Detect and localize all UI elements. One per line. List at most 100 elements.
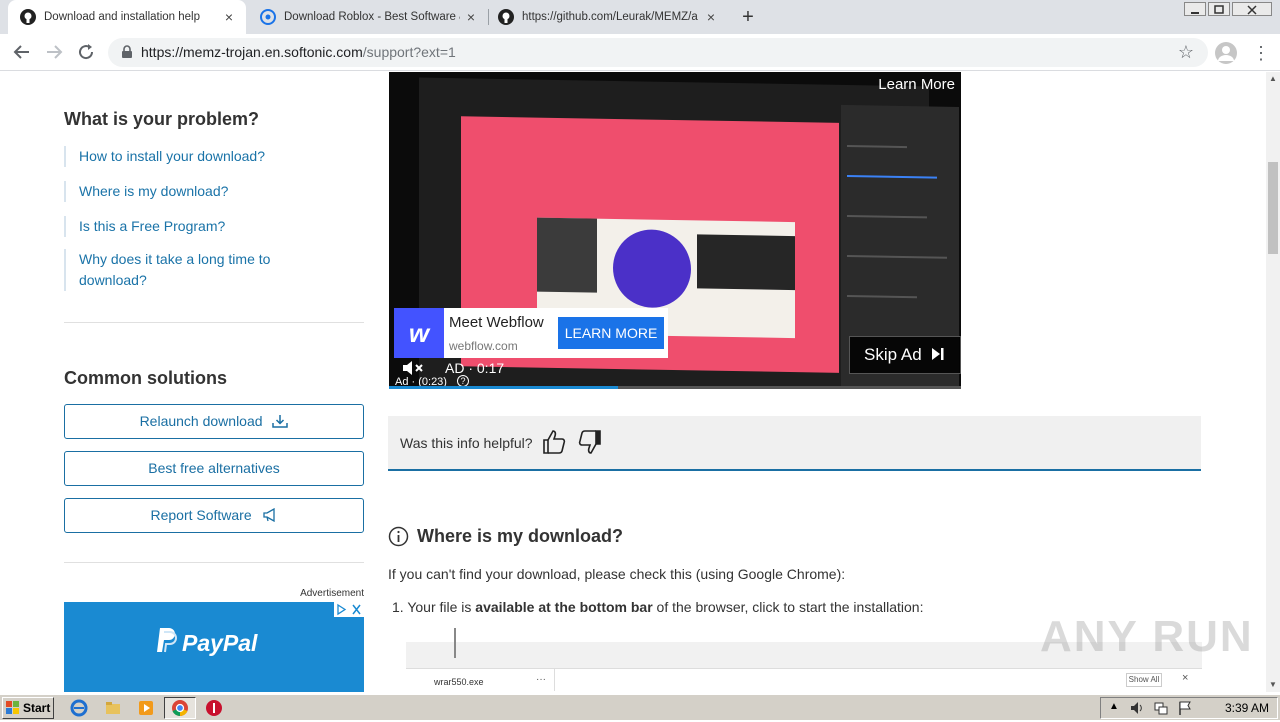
network-icon[interactable] <box>1153 700 1169 716</box>
tray-expand-icon[interactable]: ▲ <box>1109 701 1119 712</box>
file-explorer-icon[interactable] <box>104 699 122 717</box>
internet-explorer-icon[interactable] <box>70 699 88 717</box>
new-tab-button[interactable]: + <box>738 7 758 27</box>
start-button[interactable]: Start <box>2 697 54 719</box>
chrome-menu-icon[interactable]: ⋮ <box>1252 42 1270 64</box>
vertical-scrollbar[interactable]: ▲ ▼ <box>1266 72 1280 692</box>
sidebar-divider <box>64 322 364 323</box>
arrow-right-icon <box>47 45 63 59</box>
problem-link-install[interactable]: How to install your download? <box>64 146 364 167</box>
more-icon: ··· <box>536 674 546 685</box>
minimize-button[interactable] <box>1184 2 1206 16</box>
solutions-heading: Common solutions <box>64 368 227 388</box>
screenshot-download-bar: wrar550.exe ··· Show All × <box>406 668 1202 692</box>
problem-link-free[interactable]: Is this a Free Program? <box>64 216 364 237</box>
thumbs-up-icon[interactable] <box>542 429 566 455</box>
reload-button[interactable] <box>74 40 98 64</box>
ad-video-tile <box>537 217 597 293</box>
learn-more-button[interactable]: LEARN MORE <box>558 317 664 349</box>
video-ad[interactable]: Learn More w Meet Webflow webflow.com LE… <box>389 72 961 389</box>
softonic-icon <box>260 9 276 25</box>
thumbs-down-icon[interactable] <box>578 429 602 455</box>
maximize-button[interactable] <box>1208 2 1230 16</box>
panel-line <box>847 215 927 219</box>
article-heading: Where is my download? <box>388 526 623 547</box>
button-label: Relaunch download <box>139 413 263 429</box>
megaphone-icon <box>262 508 275 522</box>
divider <box>554 669 555 691</box>
screenshot-show-all: Show All <box>1126 673 1162 687</box>
media-player-icon[interactable] <box>137 699 155 717</box>
mute-icon[interactable] <box>401 359 427 377</box>
helpful-question: Was this info helpful? <box>400 435 533 451</box>
clock: 3:39 AM <box>1224 701 1269 715</box>
address-bar[interactable]: https://memz-trojan.en.softonic.com/supp… <box>108 38 1208 67</box>
close-icon: × <box>1182 672 1189 684</box>
close-icon[interactable]: × <box>464 10 478 24</box>
adchoices-icon[interactable] <box>334 602 364 617</box>
panel-line <box>847 295 917 299</box>
ad-card[interactable]: w Meet Webflow webflow.com LEARN MORE <box>394 308 668 358</box>
github-icon <box>20 9 36 25</box>
url-host: https://memz-trojan.en.softonic.com <box>141 44 363 60</box>
system-tray: ▲ 3:39 AM <box>1100 697 1278 719</box>
chrome-taskbar-button[interactable] <box>164 697 196 719</box>
url-text: https://memz-trojan.en.softonic.com/supp… <box>141 44 456 60</box>
step-text-bold: available at the bottom bar <box>475 599 653 615</box>
pointer-arrow <box>454 628 456 658</box>
webflow-logo: w <box>394 308 444 358</box>
stop-sign-icon[interactable] <box>205 699 223 717</box>
skip-next-icon <box>932 348 944 360</box>
problem-link-slow[interactable]: Why does it take a long time to download… <box>64 249 304 291</box>
tab-download-help[interactable]: Download and installation help × <box>8 0 246 34</box>
skip-ad-button[interactable]: Skip Ad <box>849 336 961 374</box>
best-free-alternatives-button[interactable]: Best free alternatives <box>64 451 364 486</box>
scrollbar-thumb[interactable] <box>1268 162 1278 254</box>
paypal-logo-icon <box>157 628 177 653</box>
step-text-post: of the browser, click to start the insta… <box>652 599 924 615</box>
report-software-button[interactable]: Report Software <box>64 498 364 533</box>
button-label: Best free alternatives <box>148 460 280 476</box>
panel-line <box>847 145 907 149</box>
tab-github-memz[interactable]: https://github.com/Leurak/MEMZ/ar × <box>488 0 728 34</box>
article-title: Where is my download? <box>417 526 624 546</box>
lock-icon <box>122 45 132 58</box>
button-label: Report Software <box>150 507 252 523</box>
github-icon <box>498 9 514 25</box>
tab-roblox[interactable]: Download Roblox - Best Software & × <box>248 0 488 34</box>
close-icon[interactable]: × <box>704 10 718 24</box>
back-button[interactable] <box>10 40 34 64</box>
action-center-flag-icon[interactable] <box>1177 700 1193 716</box>
close-icon[interactable]: × <box>222 10 236 24</box>
tab-strip: Download and installation help × Downloa… <box>0 0 1280 34</box>
advertisement-label: Advertisement <box>300 588 364 599</box>
info-icon <box>388 526 409 547</box>
tab-title: https://github.com/Leurak/MEMZ/ar <box>522 11 698 23</box>
window-close-button[interactable] <box>1232 2 1272 16</box>
volume-icon[interactable] <box>1129 700 1145 716</box>
helpful-feedback-bar: Was this info helpful? <box>388 416 1201 471</box>
profile-avatar[interactable] <box>1215 42 1237 64</box>
problem-link-where[interactable]: Where is my download? <box>64 181 364 202</box>
ad-timer: AD · 0:17 <box>445 360 505 376</box>
panel-line <box>847 175 937 179</box>
ad-progress-bar <box>389 386 961 389</box>
step-text-pre: Your file is <box>407 599 476 615</box>
article-step-1: 1. Your file is available at the bottom … <box>392 599 923 615</box>
forward-button[interactable] <box>42 40 66 64</box>
panel-line <box>847 255 947 259</box>
problem-heading: What is your problem? <box>64 109 260 129</box>
download-icon <box>272 415 289 428</box>
learn-more-link[interactable]: Learn More <box>878 76 955 93</box>
paypal-ad[interactable]: PayPal <box>64 602 364 692</box>
ad-progress-fill <box>389 386 618 389</box>
scroll-up-icon[interactable]: ▲ <box>1266 72 1280 86</box>
bookmark-star-icon[interactable]: ☆ <box>1178 42 1194 63</box>
relaunch-download-button[interactable]: Relaunch download <box>64 404 364 439</box>
ad-card-title: Meet Webflow <box>449 314 544 331</box>
reload-icon <box>79 44 94 60</box>
ad-video-circle <box>613 228 691 309</box>
scroll-down-icon[interactable]: ▼ <box>1266 678 1280 692</box>
start-label: Start <box>23 701 51 715</box>
skip-ad-label: Skip Ad <box>864 345 922 364</box>
